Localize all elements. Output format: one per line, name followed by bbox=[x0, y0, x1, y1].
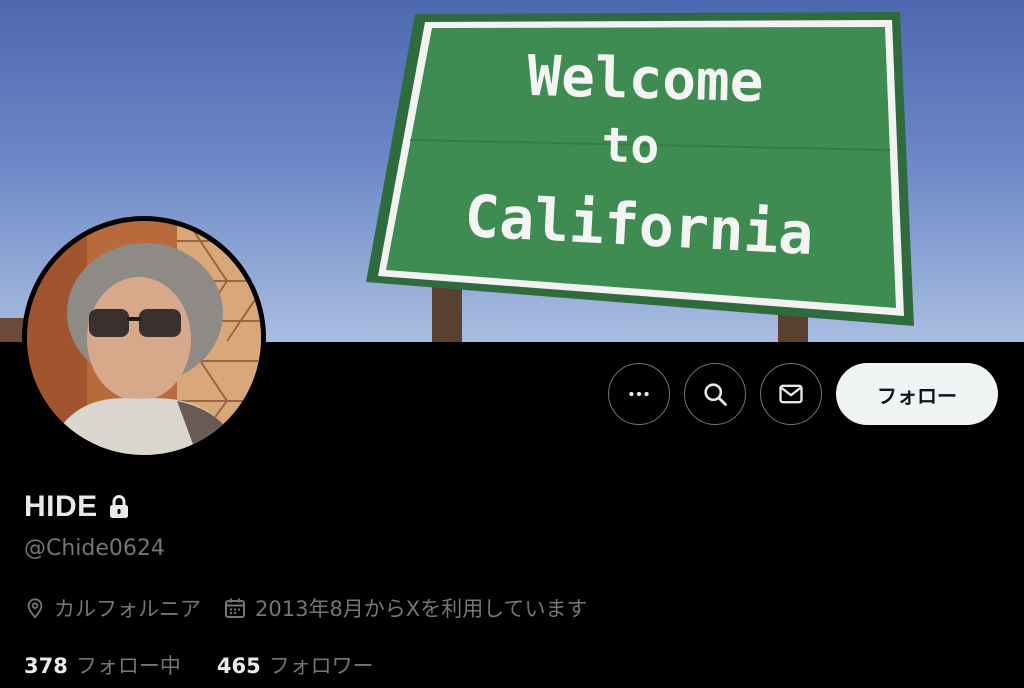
followers-count: 465 bbox=[216, 654, 261, 678]
profile-meta: カルフォルニア 2013年8月からXを利用しています bbox=[24, 593, 588, 623]
lock-icon bbox=[109, 495, 128, 518]
following-label: フォロー中 bbox=[75, 654, 181, 678]
location-text: カルフォルニア bbox=[54, 597, 201, 621]
more-button[interactable] bbox=[608, 363, 670, 425]
join-date: 2013年8月からXを利用しています bbox=[223, 593, 588, 623]
avatar-photo bbox=[27, 221, 261, 455]
following-link[interactable]: 378 フォロー中 bbox=[24, 650, 181, 680]
envelope-icon bbox=[779, 384, 803, 404]
profile-avatar[interactable] bbox=[22, 216, 266, 460]
user-handle: @Chide0624 bbox=[24, 536, 165, 561]
follow-stats: 378 フォロー中 465 フォロワー bbox=[24, 650, 374, 680]
calendar-icon bbox=[225, 598, 245, 618]
more-dots-icon bbox=[629, 391, 649, 397]
sign-line-2: to bbox=[601, 117, 660, 174]
display-name: HIDE bbox=[24, 490, 98, 523]
following-count: 378 bbox=[24, 654, 68, 678]
location: カルフォルニア bbox=[24, 593, 201, 623]
profile-actions: フォロー bbox=[608, 363, 998, 425]
message-button[interactable] bbox=[760, 363, 822, 425]
followers-label: フォロワー bbox=[268, 654, 374, 678]
search-icon bbox=[704, 383, 727, 406]
sign-line-1: Welcome bbox=[527, 44, 765, 115]
followers-link[interactable]: 465 フォロワー bbox=[217, 650, 374, 680]
location-pin-icon bbox=[27, 598, 43, 619]
search-button[interactable] bbox=[684, 363, 746, 425]
name-row: HIDE bbox=[24, 490, 130, 524]
join-date-text: 2013年8月からXを利用しています bbox=[255, 597, 588, 621]
follow-button[interactable]: フォロー bbox=[836, 363, 998, 425]
